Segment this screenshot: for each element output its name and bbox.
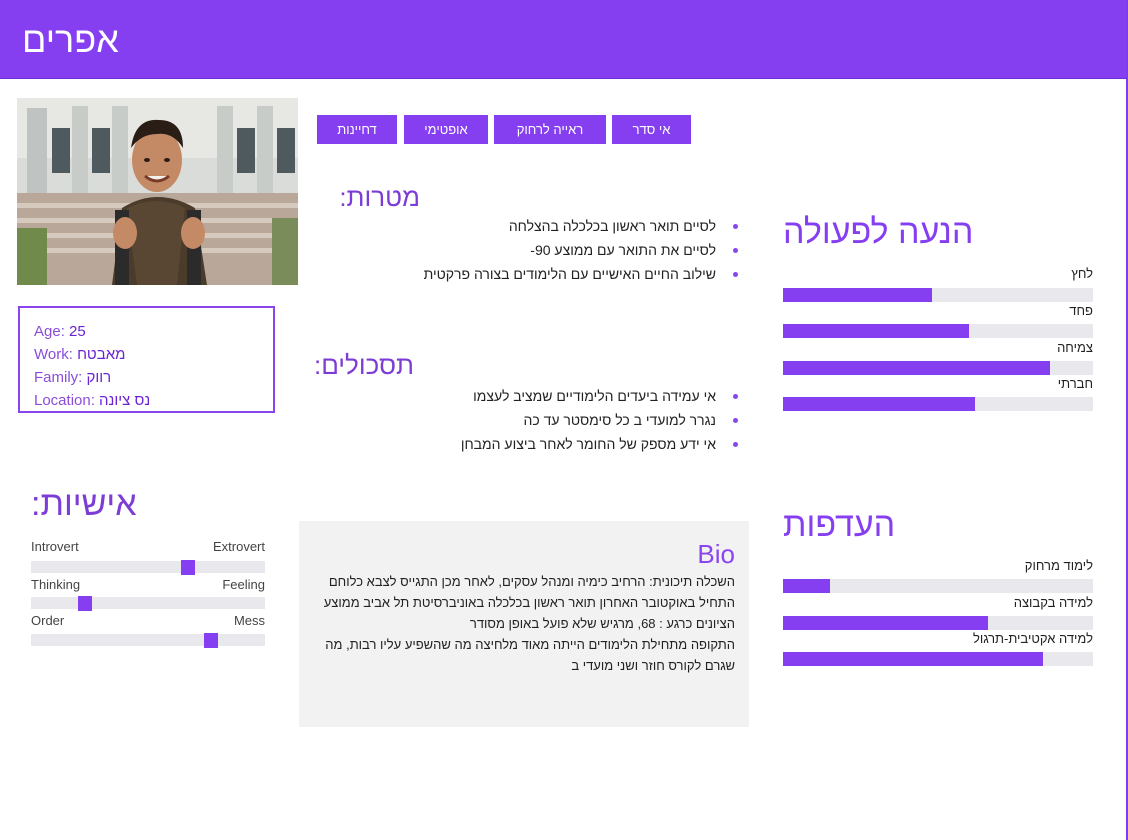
family-value: רווק — [86, 369, 112, 386]
goals-title: מטרות: — [339, 182, 420, 212]
list-item: נגרר למועדי ב כל סימסטר עד כה — [338, 408, 738, 432]
preference-bar — [783, 579, 1093, 593]
preference-label: למידה בקבוצה — [1013, 595, 1093, 610]
list-item: אי עמידה ביעדים הלימודיים שמציב לעצמו — [338, 384, 738, 408]
motivation-bar-fill — [783, 288, 932, 302]
tag-disorder: אי סדר — [612, 115, 691, 144]
trait-slider-knob — [77, 596, 92, 611]
preference-bar-fill — [783, 652, 1044, 666]
work-value: מאבטח — [77, 346, 126, 363]
motivation-bar — [783, 361, 1093, 375]
motivation-bar — [783, 288, 1093, 302]
motivation-bar-fill — [783, 397, 976, 411]
persona-photo — [17, 98, 298, 285]
age-value: 25 — [69, 323, 86, 340]
personality-title: אישיות: — [31, 485, 137, 523]
tag-long-term-vision: ראייה לרחוק — [494, 115, 606, 144]
bio-panel: Bio השכלה תיכונית: הרחיב כימיה ומנהל עסק… — [299, 521, 749, 727]
preference-bar-fill — [783, 616, 988, 630]
preference-label: למידה אקטיבית-תרגול — [972, 631, 1093, 646]
list-item: שילוב החיים האישיים עם הלימודים בצורה פר… — [338, 262, 738, 286]
motivation-bar-fill — [783, 324, 969, 338]
location-row: Location: נס ציונה — [34, 389, 273, 412]
trait-right-label: Feeling — [222, 577, 265, 592]
bio-paragraph: התקופה מתחילת הלימודים הייתה מאוד מלחיצה… — [325, 637, 735, 673]
trait-left-label: Thinking — [31, 577, 81, 592]
tag-optimistic: אופטימי — [404, 115, 488, 144]
trait-slider — [31, 633, 265, 648]
bio-paragraph: התחיל באוקטובר האחרון תואר ראשון בכלכלה … — [323, 595, 735, 631]
trait-slider — [31, 560, 265, 575]
location-label: Location: — [34, 392, 100, 409]
bio-title: Bio — [697, 539, 735, 569]
motivation-label: לחץ — [1071, 266, 1093, 281]
goals-list: לסיים תואר ראשון בכלכלה בהצלחה לסיים את … — [338, 214, 738, 286]
family-row: Family: רווק — [34, 366, 273, 389]
trait-right-label: Mess — [233, 613, 265, 628]
work-row: Work: מאבטח — [34, 343, 273, 366]
list-item: לסיים את התואר עם ממוצע 90- — [338, 238, 738, 262]
trait-slider-knob — [204, 633, 219, 648]
motivation-label: חברתי — [1057, 376, 1093, 391]
age-label: Age: — [34, 323, 70, 340]
motivation-bar-fill — [783, 361, 1050, 375]
frustrations-title: תסכולים: — [313, 350, 414, 380]
student-photo-image — [17, 98, 298, 285]
bullet-icon — [733, 442, 738, 447]
trait-left-label: Introvert — [31, 539, 79, 554]
list-item: אי ידע מספק של החומר לאחר ביצוע המבחן — [338, 432, 738, 456]
preferences-title: העדפות — [783, 506, 896, 544]
persona-header: אפרים — [0, 0, 1126, 79]
bullet-icon — [733, 248, 738, 253]
location-value: נס ציונה — [99, 392, 151, 409]
bullet-icon — [733, 394, 738, 399]
motivation-bar — [783, 397, 1093, 411]
trait-slider-knob — [180, 560, 195, 575]
bio-paragraph: השכלה תיכונית: הרחיב כימיה ומנהל עסקים, … — [328, 574, 735, 589]
list-item: לסיים תואר ראשון בכלכלה בהצלחה — [338, 214, 738, 238]
tag-procrastination: דחיינות — [317, 115, 397, 144]
frustrations-list: אי עמידה ביעדים הלימודיים שמציב לעצמו נג… — [338, 384, 738, 456]
motivation-label: צמיחה — [1057, 340, 1093, 355]
work-label: Work: — [34, 346, 78, 363]
bullet-icon — [733, 224, 738, 229]
trait-slider — [31, 596, 265, 611]
motivation-title: הנעה לפעולה — [783, 213, 974, 251]
bullet-icon — [733, 272, 738, 277]
preference-bar — [783, 652, 1093, 666]
motivation-bar — [783, 324, 1093, 338]
preference-bar-fill — [783, 579, 830, 593]
motivation-label: פחד — [1069, 303, 1093, 318]
bio-text: השכלה תיכונית: הרחיב כימיה ומנהל עסקים, … — [315, 571, 735, 676]
bullet-icon — [733, 418, 738, 423]
trait-left-label: Order — [31, 613, 65, 628]
age-row: Age: 25 — [34, 320, 273, 343]
family-label: Family: — [34, 369, 87, 386]
persona-info-box: Age: 25 Work: מאבטח Family: רווק Locatio… — [18, 306, 275, 413]
preference-label: לימוד מרחוק — [1024, 558, 1093, 573]
persona-name: אפרים — [22, 19, 119, 60]
trait-right-label: Extrovert — [212, 539, 265, 554]
preference-bar — [783, 616, 1093, 630]
